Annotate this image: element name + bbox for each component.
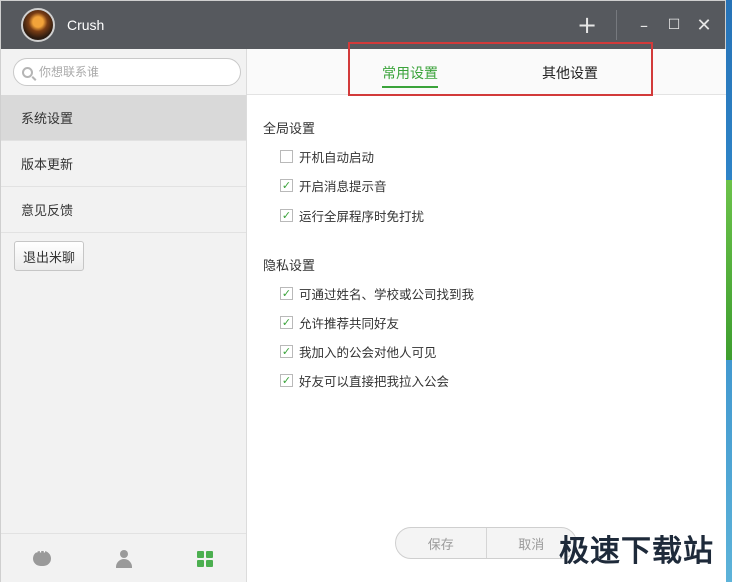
settings-window: Crush + – ☐ ✕ 系统设置 版本更新 意见反馈 退出米聊 [0,0,726,582]
bottom-nav-chat[interactable] [1,534,83,582]
option-label: 允许推荐共同好友 [299,316,400,331]
action-buttons: 保存 取消 [395,527,577,559]
tab-bar: 常用设置 其他设置 [247,42,726,96]
option-label: 开启消息提示音 [299,179,387,194]
sidebar: 系统设置 版本更新 意见反馈 退出米聊 [1,49,247,582]
apps-icon [197,550,214,567]
sidebar-item-feedback[interactable]: 意见反馈 [1,187,246,233]
option-label: 可通过姓名、学校或公司找到我 [299,287,475,302]
app-title: Crush [67,17,105,33]
option-auto-start[interactable]: 开机自动启动 [280,147,374,166]
search-box[interactable] [13,58,241,86]
option-fullscreen-dnd[interactable]: ✓ 运行全屏程序时免打扰 [280,206,424,225]
option-findable[interactable]: ✓ 可通过姓名、学校或公司找到我 [280,284,474,303]
save-button[interactable]: 保存 [396,528,486,558]
option-message-sound[interactable]: ✓ 开启消息提示音 [280,176,387,195]
checkbox[interactable]: ✓ [280,209,293,222]
checkbox[interactable]: ✓ [280,316,293,329]
checkbox[interactable]: ✓ [280,179,293,192]
global-settings-title: 全局设置 [263,122,316,137]
tab-other-settings[interactable]: 其他设置 [542,63,598,83]
minimize-button[interactable]: – [629,10,659,40]
bottom-nav [1,533,246,582]
option-friend-add-guild[interactable]: ✓ 好友可以直接把我拉入公会 [280,371,449,390]
close-button[interactable]: ✕ [689,10,719,40]
checkbox[interactable]: ✓ [280,374,293,387]
maximize-button[interactable]: ☐ [659,10,689,40]
checkbox[interactable]: ✓ [280,287,293,300]
logout-button[interactable]: 退出米聊 [14,241,84,271]
tab-common-settings[interactable]: 常用设置 [382,63,438,88]
plus-icon[interactable]: + [572,10,602,40]
option-recommend-friends[interactable]: ✓ 允许推荐共同好友 [280,313,399,332]
watermark-logo: 极速下载站 [559,534,714,569]
privacy-settings-title: 隐私设置 [263,259,316,274]
option-label: 运行全屏程序时免打扰 [299,209,425,224]
checkbox[interactable] [280,150,293,163]
bottom-nav-apps[interactable] [164,534,246,582]
bottom-nav-contacts[interactable] [83,534,165,582]
contacts-icon [115,549,133,568]
avatar[interactable] [21,8,55,42]
sidebar-item-system-settings[interactable]: 系统设置 [1,95,246,141]
settings-panel: 常用设置 其他设置 全局设置 开机自动启动 ✓ 开启消息提示音 ✓ 运行全屏程序… [247,42,726,582]
checkbox[interactable]: ✓ [280,345,293,358]
option-label: 好友可以直接把我拉入公会 [299,374,450,389]
search-icon [22,66,33,78]
titlebar-divider [616,10,617,40]
option-guild-visible[interactable]: ✓ 我加入的公会对他人可见 [280,342,437,361]
sidebar-nav: 系统设置 版本更新 意见反馈 [1,95,246,233]
option-label: 开机自动启动 [299,150,375,165]
sidebar-item-version-update[interactable]: 版本更新 [1,141,246,187]
chat-icon [32,545,51,566]
option-label: 我加入的公会对他人可见 [299,345,437,360]
search-input[interactable] [39,65,219,79]
